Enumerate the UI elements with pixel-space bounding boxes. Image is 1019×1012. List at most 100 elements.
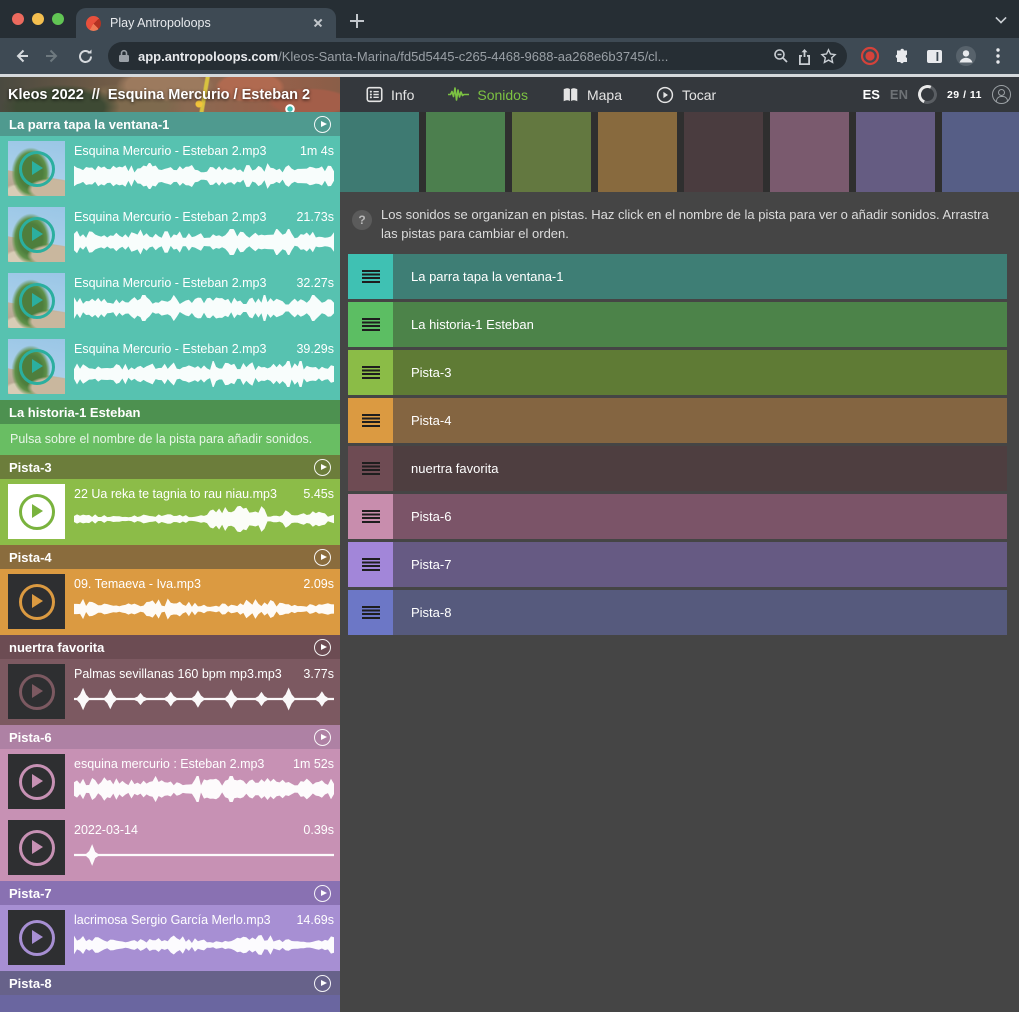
clip-play-button[interactable] (19, 584, 55, 620)
track-play-button[interactable] (314, 639, 331, 656)
track-header[interactable]: Pista-8 (0, 971, 340, 995)
clip-thumbnail[interactable] (8, 754, 65, 809)
minimize-window-button[interactable] (32, 13, 44, 25)
language-toggle-en[interactable]: EN (890, 87, 908, 102)
track-name[interactable]: Pista-7 (9, 886, 314, 901)
track-header[interactable]: nuertra favorita (0, 635, 340, 659)
clip-play-button[interactable] (19, 349, 55, 385)
drag-handle[interactable] (348, 542, 393, 587)
clip-thumbnail[interactable] (8, 141, 65, 196)
record-indicator-icon[interactable] (855, 41, 885, 71)
color-pad-1[interactable] (340, 112, 419, 192)
bookmark-star-icon[interactable] (820, 48, 837, 65)
color-pad-4[interactable] (598, 112, 677, 192)
nav-item-mapa[interactable]: Mapa (548, 77, 636, 112)
track-header[interactable]: Pista-3 (0, 455, 340, 479)
track-row[interactable]: Pista-4 (348, 398, 1007, 443)
browser-menu-icon[interactable] (983, 41, 1013, 71)
reload-button[interactable] (70, 41, 100, 71)
drag-handle[interactable] (348, 398, 393, 443)
clip-thumbnail[interactable] (8, 664, 65, 719)
clip-play-button[interactable] (19, 920, 55, 956)
breadcrumb[interactable]: Kleos 2022 // Esquina Mercurio / Esteban… (8, 77, 310, 112)
clip-thumbnail[interactable] (8, 820, 65, 875)
track-row[interactable]: Pista-6 (348, 494, 1007, 539)
browser-tab[interactable]: Play Antropoloops (76, 8, 336, 38)
drag-handle[interactable] (348, 350, 393, 395)
address-bar[interactable]: app.antropoloops.com/Kleos-Santa-Marina/… (108, 42, 847, 70)
zoom-icon[interactable] (773, 48, 789, 64)
close-window-button[interactable] (12, 13, 24, 25)
nav-item-info[interactable]: Info (352, 77, 428, 112)
side-panel-icon[interactable] (919, 41, 949, 71)
fullscreen-window-button[interactable] (52, 13, 64, 25)
profile-avatar[interactable] (951, 41, 981, 71)
clip-play-button[interactable] (19, 674, 55, 710)
track-header[interactable]: Pista-4 (0, 545, 340, 569)
track-row-label[interactable]: Pista-8 (393, 590, 1007, 635)
clip-play-button[interactable] (19, 764, 55, 800)
color-pad-3[interactable] (512, 112, 591, 192)
clip-play-button[interactable] (19, 151, 55, 187)
share-icon[interactable] (797, 48, 812, 65)
track-play-button[interactable] (314, 116, 331, 133)
track-play-button[interactable] (314, 549, 331, 566)
audio-clip[interactable]: Esquina Mercurio - Esteban 2.mp31m 4s (0, 136, 340, 202)
forward-button[interactable] (38, 41, 68, 71)
lock-icon[interactable] (118, 49, 130, 63)
track-row[interactable]: Pista-3 (348, 350, 1007, 395)
audio-clip[interactable]: 09. Temaeva - Iva.mp32.09s (0, 569, 340, 635)
audio-clip[interactable]: Esquina Mercurio - Esteban 2.mp332.27s (0, 268, 340, 334)
track-name[interactable]: La parra tapa la ventana-1 (9, 117, 314, 132)
clip-thumbnail[interactable] (8, 207, 65, 262)
track-row-label[interactable]: Pista-4 (393, 398, 1007, 443)
drag-handle[interactable] (348, 494, 393, 539)
clip-thumbnail[interactable] (8, 574, 65, 629)
track-name[interactable]: Pista-8 (9, 976, 314, 991)
audio-clip[interactable]: 2022-03-140.39s (0, 815, 340, 881)
track-header[interactable]: Pista-7 (0, 881, 340, 905)
color-pad-5[interactable] (684, 112, 763, 192)
track-row[interactable]: nuertra favorita (348, 446, 1007, 491)
audio-clip[interactable]: Palmas sevillanas 160 bpm mp3.mp33.77s (0, 659, 340, 725)
audio-clip[interactable]: 22 Ua reka te tagnia to rau niau.mp35.45… (0, 479, 340, 545)
clip-play-button[interactable] (19, 830, 55, 866)
color-pad-7[interactable] (856, 112, 935, 192)
track-name[interactable]: Pista-3 (9, 460, 314, 475)
clip-play-button[interactable] (19, 283, 55, 319)
track-row-label[interactable]: Pista-3 (393, 350, 1007, 395)
track-row[interactable]: La historia-1 Esteban (348, 302, 1007, 347)
track-row[interactable]: La parra tapa la ventana-1 (348, 254, 1007, 299)
back-button[interactable] (6, 41, 36, 71)
track-name[interactable]: Pista-4 (9, 550, 314, 565)
audio-clip[interactable]: lacrimosa Sergio García Merlo.mp314.69s (0, 905, 340, 971)
extensions-puzzle-icon[interactable] (887, 41, 917, 71)
clip-play-button[interactable] (19, 217, 55, 253)
audio-clip[interactable]: Esquina Mercurio - Esteban 2.mp321.73s (0, 202, 340, 268)
new-tab-button[interactable] (344, 8, 370, 34)
drag-handle[interactable] (348, 590, 393, 635)
drag-handle[interactable] (348, 302, 393, 347)
clip-play-button[interactable] (19, 494, 55, 530)
track-row-label[interactable]: Pista-7 (393, 542, 1007, 587)
track-name[interactable]: Pista-6 (9, 730, 314, 745)
tab-close-icon[interactable] (310, 15, 326, 31)
clip-thumbnail[interactable] (8, 910, 65, 965)
nav-item-sonidos[interactable]: Sonidos (434, 77, 542, 112)
audio-clip[interactable]: Esquina Mercurio - Esteban 2.mp339.29s (0, 334, 340, 400)
track-row-label[interactable]: La parra tapa la ventana-1 (393, 254, 1007, 299)
track-row[interactable]: Pista-8 (348, 590, 1007, 635)
nav-item-tocar[interactable]: Tocar (642, 77, 730, 112)
track-row-label[interactable]: La historia-1 Esteban (393, 302, 1007, 347)
clip-thumbnail[interactable] (8, 484, 65, 539)
track-play-button[interactable] (314, 885, 331, 902)
track-header[interactable]: La parra tapa la ventana-1 (0, 112, 340, 136)
color-pad-2[interactable] (426, 112, 505, 192)
color-pad-6[interactable] (770, 112, 849, 192)
track-name[interactable]: nuertra favorita (9, 640, 314, 655)
track-play-button[interactable] (314, 459, 331, 476)
track-header[interactable]: Pista-6 (0, 725, 340, 749)
track-row-label[interactable]: nuertra favorita (393, 446, 1007, 491)
track-row-label[interactable]: Pista-6 (393, 494, 1007, 539)
track-play-button[interactable] (314, 975, 331, 992)
